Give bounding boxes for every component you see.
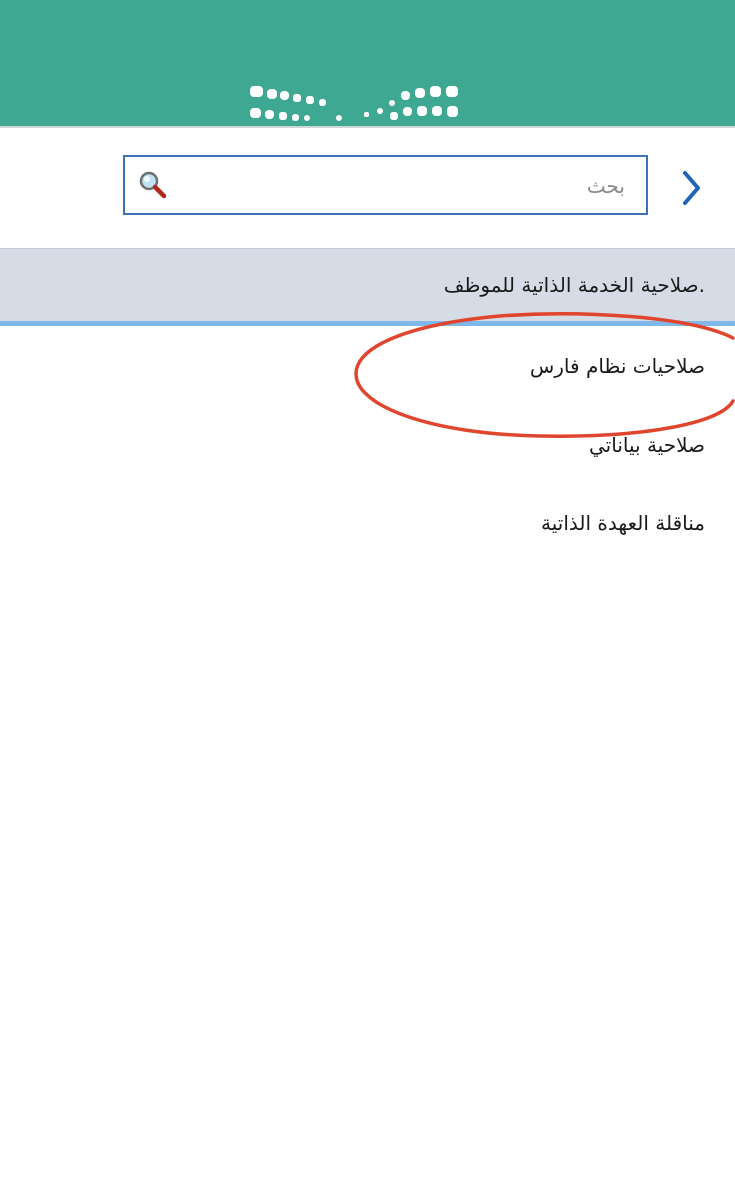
app-header <box>0 0 735 128</box>
back-button[interactable] <box>670 164 714 212</box>
section-header: .صلاحية الخدمة الذاتية للموظف <box>0 248 735 326</box>
logo <box>250 86 458 121</box>
search-icon[interactable] <box>137 169 169 201</box>
menu-item-my-data-permission[interactable]: صلاحية بياناتي <box>589 433 705 457</box>
search-input[interactable] <box>181 165 627 207</box>
menu-item-custody-transfer[interactable]: مناقلة العهدة الذاتية <box>541 511 705 535</box>
app-screen: .صلاحية الخدمة الذاتية للموظف صلاحيات نظ… <box>0 0 735 1200</box>
chevron-right-icon <box>683 171 700 205</box>
section-title: .صلاحية الخدمة الذاتية للموظف <box>443 273 705 297</box>
search-box <box>123 155 648 215</box>
menu-item-fares-permissions[interactable]: صلاحيات نظام فارس <box>530 354 705 378</box>
